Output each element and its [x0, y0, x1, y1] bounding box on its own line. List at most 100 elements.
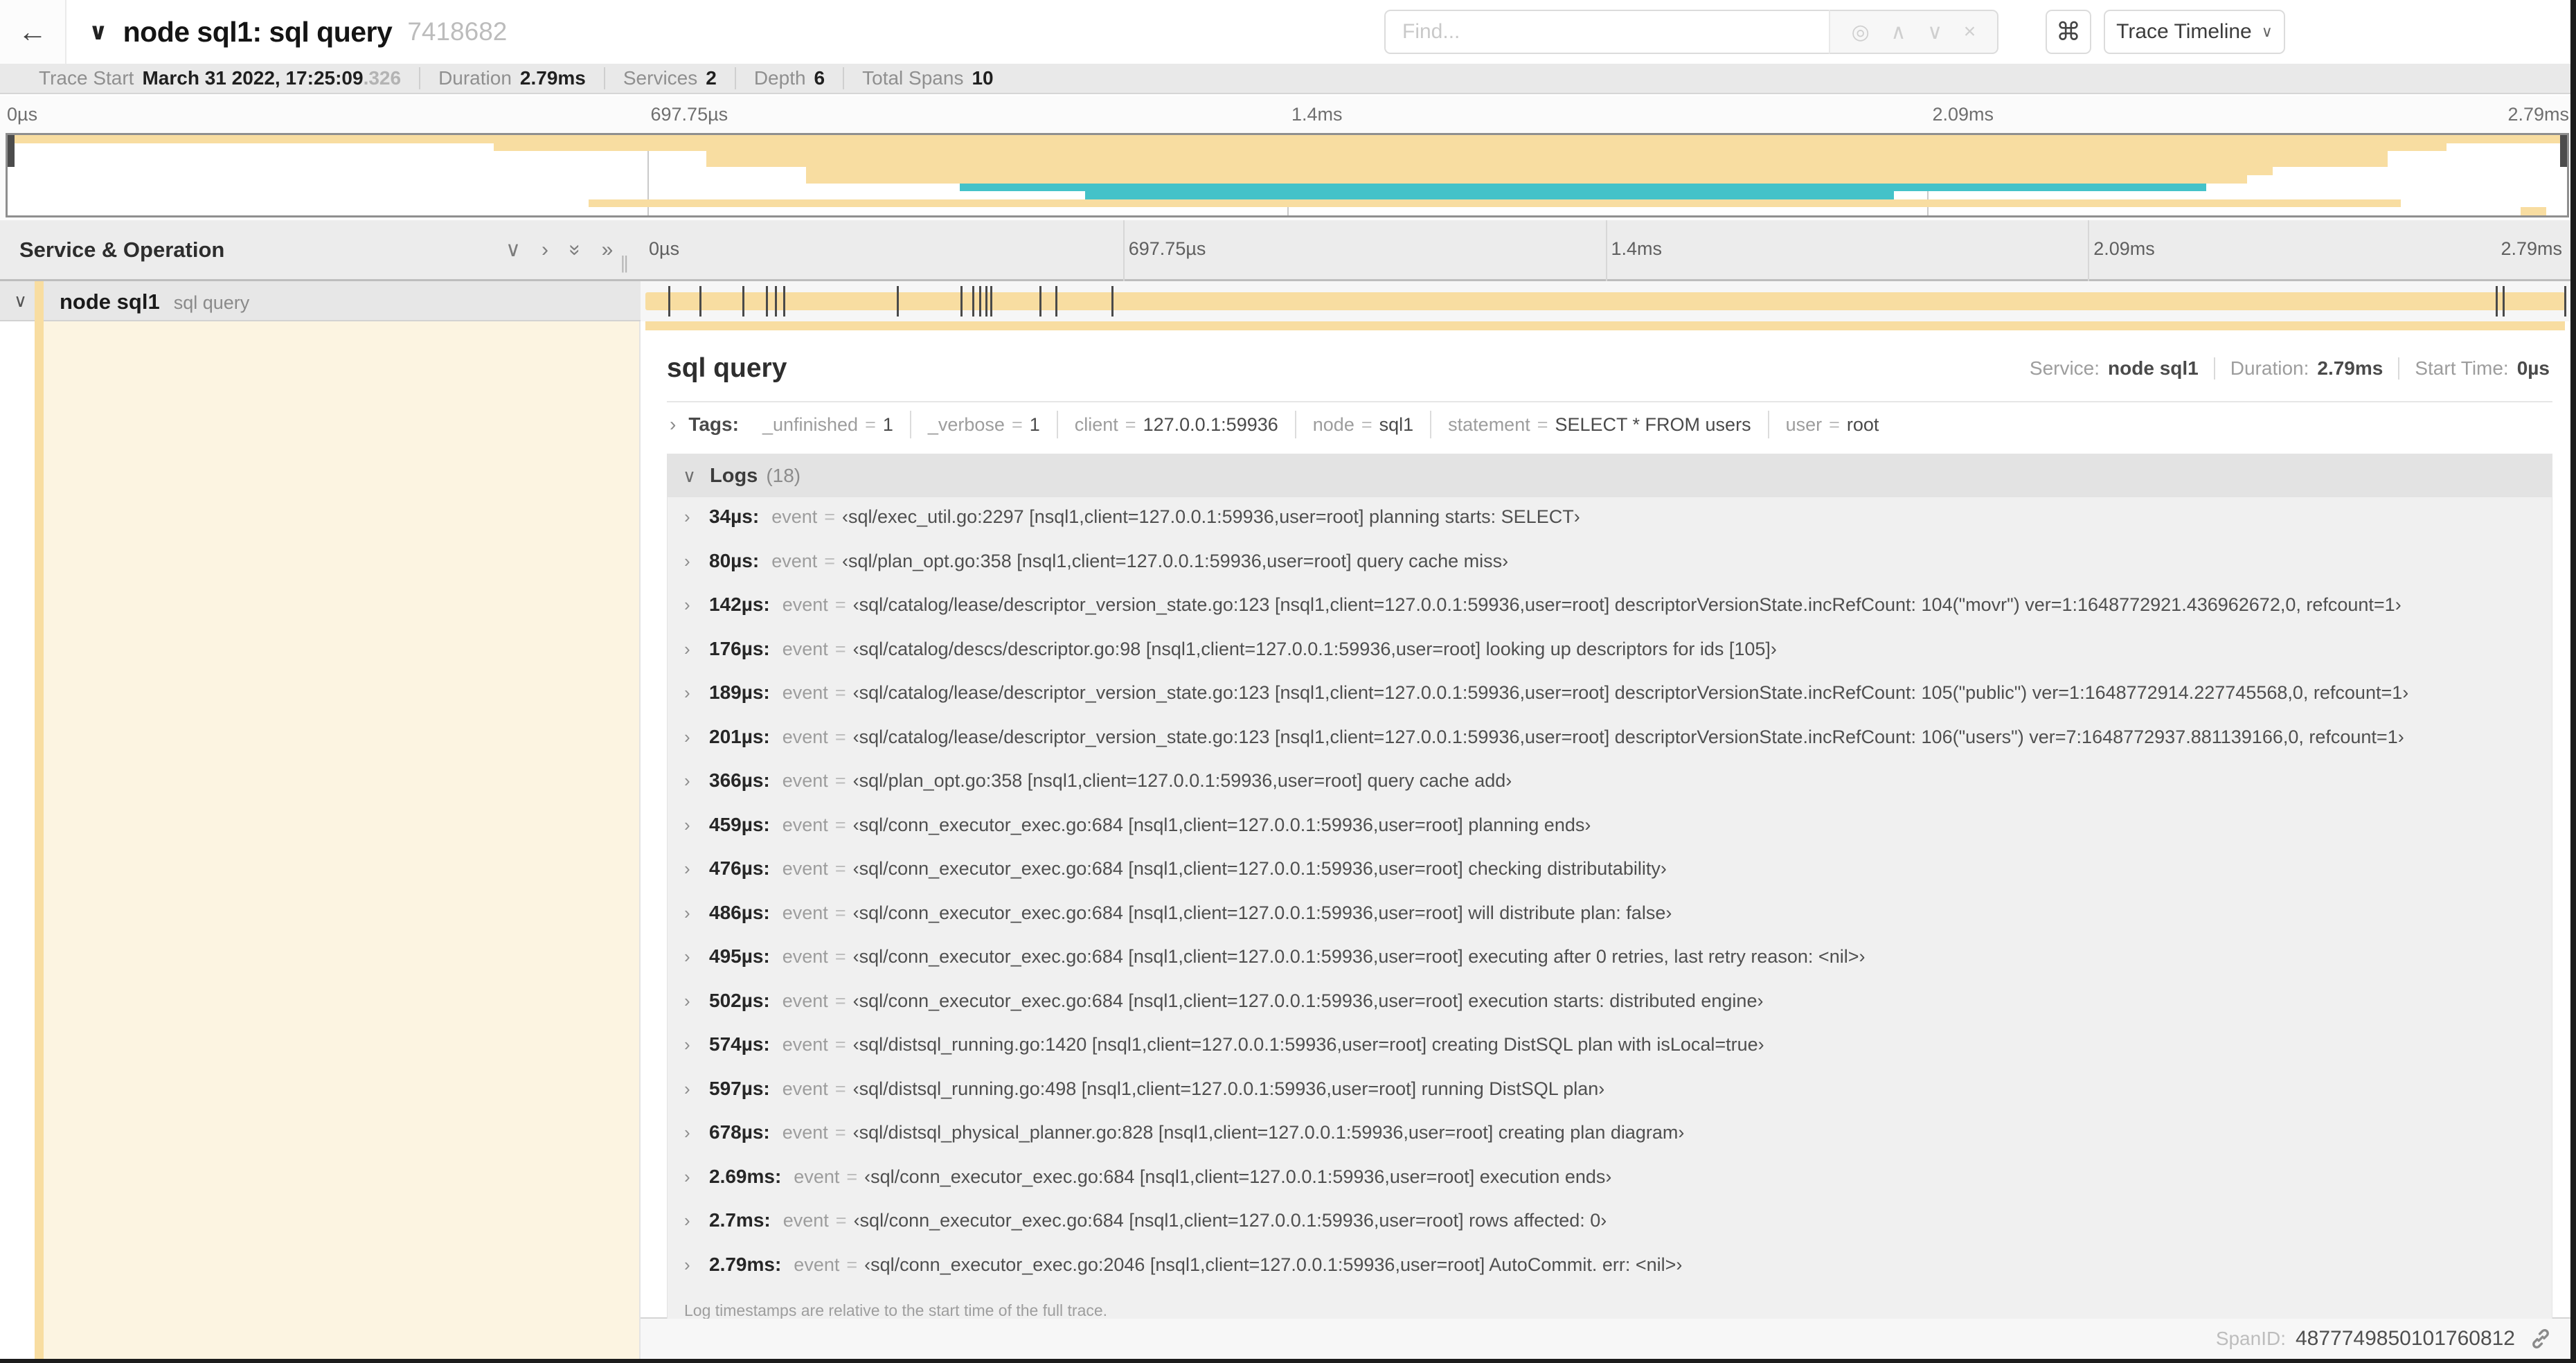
log-expander-icon[interactable]: › — [684, 1254, 709, 1276]
clear-search-icon[interactable]: × — [1964, 20, 1976, 44]
log-row[interactable]: › 142µs: event = ‹sql/catalog/lease/desc… — [668, 594, 2552, 638]
column-resizer-grip[interactable]: || — [620, 252, 628, 274]
detail-operation-name: sql query — [667, 353, 787, 383]
span-row-timeline[interactable] — [641, 281, 2570, 321]
minimap-span — [806, 175, 2247, 184]
log-expander-icon[interactable]: › — [684, 858, 709, 880]
log-row[interactable]: › 597µs: event = ‹sql/distsql_running.go… — [668, 1078, 2552, 1122]
minimap-ruler: 0µs 697.75µs 1.4ms 2.09ms 2.79ms — [6, 104, 2569, 127]
log-expander-icon[interactable]: › — [684, 770, 709, 792]
log-expander-icon[interactable]: › — [684, 1166, 709, 1188]
minimap-span — [2521, 207, 2547, 215]
tags-expander-icon[interactable]: › — [670, 413, 676, 436]
log-tick — [765, 286, 768, 317]
log-expander-icon[interactable]: › — [684, 946, 709, 968]
service-operation-title: Service & Operation — [19, 237, 225, 262]
log-expander-icon[interactable]: › — [684, 682, 709, 704]
log-value: ‹sql/distsql_running.go:498 [nsql1,clien… — [852, 1078, 1605, 1099]
back-button[interactable]: ← — [0, 0, 66, 64]
log-expander-icon[interactable]: › — [684, 990, 709, 1012]
title-collapse-icon[interactable]: ∨ — [89, 18, 108, 46]
equals-sign: = — [1537, 413, 1548, 435]
log-timestamp: 201µs: — [709, 725, 770, 747]
log-row[interactable]: › 495µs: event = ‹sql/conn_executor_exec… — [668, 945, 2552, 990]
log-expander-icon[interactable]: › — [684, 1078, 709, 1100]
log-expander-icon[interactable]: › — [684, 1034, 709, 1055]
log-row[interactable]: › 2.69ms: event = ‹sql/conn_executor_exe… — [668, 1166, 2552, 1210]
find-input[interactable] — [1384, 10, 1829, 54]
log-value: ‹sql/conn_executor_exec.go:684 [nsql1,cl… — [852, 858, 1667, 879]
keyboard-shortcuts-button[interactable]: ⌘ — [2046, 10, 2091, 54]
log-expander-icon[interactable]: › — [684, 594, 709, 616]
next-result-icon[interactable]: ∨ — [1927, 20, 1942, 44]
log-expander-icon[interactable]: › — [684, 551, 709, 572]
minimap-span — [706, 159, 2388, 168]
viewport-handle-left[interactable] — [8, 135, 15, 167]
minimap-ruler-label: 1.4ms — [1291, 104, 1343, 125]
locate-icon[interactable]: ◎ — [1852, 20, 1870, 44]
logs-header[interactable]: ∨ Logs (18) — [668, 454, 2552, 497]
log-field-key: event — [794, 1254, 840, 1275]
equals-sign: = — [1829, 413, 1840, 435]
row-controls: ∨ › » » — [506, 220, 613, 279]
collapse-one-icon[interactable]: ∨ — [506, 238, 521, 262]
log-row[interactable]: › 459µs: event = ‹sql/conn_executor_exec… — [668, 814, 2552, 858]
span-row-name-column[interactable]: ∨ node sql1 sql query — [0, 281, 641, 321]
collapse-all-icon[interactable]: » — [563, 244, 587, 256]
log-timestamp: 495µs: — [709, 945, 770, 967]
log-timestamp: 176µs: — [709, 637, 770, 659]
log-row[interactable]: › 176µs: event = ‹sql/catalog/descs/desc… — [668, 638, 2552, 682]
minimap-spans-layer — [8, 135, 2567, 215]
log-row[interactable]: › 80µs: event = ‹sql/plan_opt.go:358 [ns… — [668, 550, 2552, 594]
log-tick — [742, 286, 745, 317]
log-expander-icon[interactable]: › — [684, 506, 709, 528]
expand-all-icon[interactable]: » — [602, 238, 614, 262]
log-row[interactable]: › 201µs: event = ‹sql/catalog/lease/desc… — [668, 726, 2552, 770]
log-row[interactable]: › 366µs: event = ‹sql/plan_opt.go:358 [n… — [668, 769, 2552, 814]
log-expander-icon[interactable]: › — [684, 1122, 709, 1143]
log-row[interactable]: › 189µs: event = ‹sql/catalog/lease/desc… — [668, 682, 2552, 726]
log-tick — [1055, 286, 1058, 317]
expand-one-icon[interactable]: › — [542, 238, 548, 262]
log-row[interactable]: › 486µs: event = ‹sql/conn_executor_exec… — [668, 902, 2552, 946]
deep-link-button[interactable] — [2529, 1327, 2552, 1351]
link-icon — [2532, 1328, 2549, 1349]
equals-sign: = — [846, 1166, 858, 1187]
detail-row-span-strip — [645, 321, 2565, 330]
log-row[interactable]: › 502µs: event = ‹sql/conn_executor_exec… — [668, 990, 2552, 1034]
log-expander-icon[interactable]: › — [684, 814, 709, 836]
command-icon: ⌘ — [2056, 17, 2081, 46]
log-expander-icon[interactable]: › — [684, 639, 709, 660]
timeline-ruler: 0µs 697.75µs 1.4ms 2.09ms 2.79ms — [641, 220, 2570, 279]
equals-sign: = — [834, 770, 846, 791]
viewport-handle-right[interactable] — [2560, 135, 2567, 167]
view-selector-button[interactable]: Trace Timeline ∨ — [2104, 10, 2285, 54]
log-row[interactable]: › 678µs: event = ‹sql/distsql_physical_p… — [668, 1121, 2552, 1166]
logs-expander-icon[interactable]: ∨ — [683, 465, 696, 487]
log-timestamp: 2.7ms: — [709, 1209, 771, 1231]
tag-item: node = sql1 — [1294, 411, 1430, 438]
equals-sign: = — [1361, 413, 1372, 435]
span-collapse-icon[interactable]: ∨ — [14, 281, 27, 320]
log-row[interactable]: › 2.79ms: event = ‹sql/conn_executor_exe… — [668, 1254, 2552, 1298]
minimap-span — [588, 199, 2401, 208]
tags-row[interactable]: › Tags: _unfinished = 1 _verbose = 1 cli… — [667, 402, 2552, 447]
log-value: ‹sql/exec_util.go:2297 [nsql1,client=127… — [842, 506, 1580, 527]
log-row[interactable]: › 574µs: event = ‹sql/distsql_running.go… — [668, 1033, 2552, 1078]
log-expander-icon[interactable]: › — [684, 727, 709, 748]
prev-result-icon[interactable]: ∧ — [1891, 20, 1906, 44]
log-expander-icon[interactable]: › — [684, 1210, 709, 1231]
window-edge-right — [2570, 0, 2576, 1363]
log-expander-icon[interactable]: › — [684, 902, 709, 924]
equals-sign: = — [824, 550, 836, 571]
detail-meta-label: Duration: — [2230, 357, 2309, 379]
log-timestamp: 34µs: — [709, 506, 760, 527]
log-value: ‹sql/catalog/lease/descriptor_version_st… — [852, 682, 2409, 703]
log-row[interactable]: › 2.7ms: event = ‹sql/conn_executor_exec… — [668, 1209, 2552, 1254]
tag-item: _verbose = 1 — [909, 411, 1057, 438]
minimap-canvas[interactable] — [6, 133, 2569, 217]
log-row[interactable]: › 476µs: event = ‹sql/conn_executor_exec… — [668, 857, 2552, 902]
log-row[interactable]: › 34µs: event = ‹sql/exec_util.go:2297 [… — [668, 506, 2552, 550]
log-field-key: event — [782, 1078, 828, 1099]
tags-label: Tags: — [688, 413, 739, 435]
